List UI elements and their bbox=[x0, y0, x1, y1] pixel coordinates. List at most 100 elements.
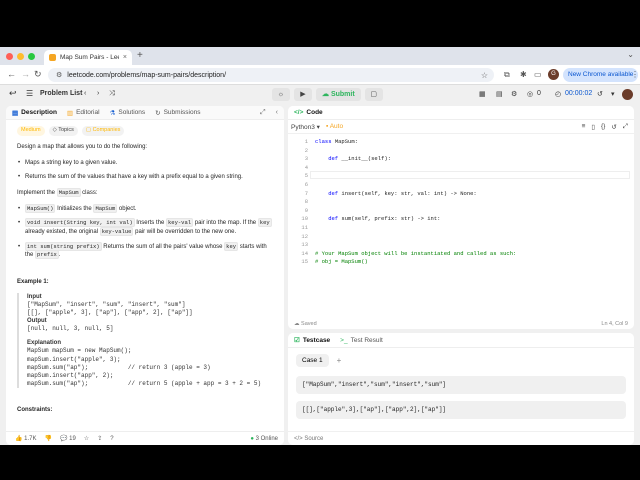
inline-code: key bbox=[224, 241, 239, 251]
window-controls bbox=[6, 53, 35, 60]
tab-editorial[interactable]: ▥ Editorial bbox=[67, 109, 100, 117]
chrome-menu-icon[interactable]: ⋮ bbox=[631, 70, 639, 79]
forward-icon[interactable]: → bbox=[21, 69, 30, 79]
bookmark-star-icon[interactable]: ☆ bbox=[481, 71, 488, 80]
reload-icon[interactable]: ↻ bbox=[34, 69, 42, 80]
editor-layout-icon[interactable]: ▤ bbox=[496, 90, 503, 98]
run-button[interactable]: ▶ bbox=[294, 88, 312, 101]
dislike-icon[interactable]: 👎 bbox=[44, 435, 51, 442]
help-icon[interactable]: ? bbox=[110, 436, 113, 442]
example-block: Example 1: Input ["MapSum", "insert", "su… bbox=[17, 278, 273, 414]
companies-label: Companies bbox=[92, 127, 121, 133]
next-problem-icon[interactable]: › bbox=[97, 90, 99, 97]
testcase-footer: </> Source bbox=[288, 431, 634, 445]
description-tabs: ▤ Description ▥ Editorial ⚗ Solutions ↻ Subm… bbox=[6, 106, 284, 120]
leetcode-logo-icon[interactable]: ↩ bbox=[9, 88, 17, 99]
problem-list-link[interactable]: Problem List bbox=[40, 90, 82, 97]
language-select[interactable]: Python3 ▾ bbox=[291, 123, 320, 131]
submit-button[interactable]: ☁ Submit bbox=[316, 88, 361, 101]
description-icon: ▤ bbox=[12, 109, 19, 117]
code-editor[interactable]: 1 class MapSum: 2 3 def __init__(self): 4 5 6 7… bbox=[288, 134, 634, 314]
add-case-button[interactable]: + bbox=[337, 356, 342, 365]
braces-icon[interactable]: {} bbox=[601, 123, 605, 130]
like-button[interactable]: 👍 1.7K bbox=[15, 435, 36, 442]
testcase-input[interactable]: [[],["apple",3],["ap"],["app",2],["ap"]] bbox=[296, 401, 626, 419]
checkbox-icon: ☑ bbox=[294, 337, 300, 344]
submissions-icon: ↻ bbox=[155, 109, 161, 117]
comment-count: 19 bbox=[69, 436, 76, 442]
tab-description[interactable]: ▤ Description bbox=[12, 109, 57, 117]
method-text: pair will be overridden to the new one. bbox=[133, 229, 237, 236]
favorite-star-icon[interactable]: ☆ bbox=[84, 435, 89, 442]
format-icon[interactable]: ≡ bbox=[582, 123, 586, 130]
methods-list: MapSum() Initializes the MapSum object. … bbox=[17, 203, 273, 260]
tab-submissions[interactable]: ↻ Submissions bbox=[155, 109, 200, 117]
problem-description: Medium ◇ Topics ▢ Companies Design a map… bbox=[6, 120, 284, 421]
tab-title: Map Sum Pairs - LeetCode bbox=[60, 54, 119, 61]
user-avatar[interactable] bbox=[622, 89, 633, 100]
fullscreen-icon[interactable]: ⤢ bbox=[623, 123, 628, 131]
inline-code: int sum(string prefix) bbox=[25, 241, 102, 251]
maximize-window-button[interactable] bbox=[28, 53, 35, 60]
back-icon[interactable]: ← bbox=[7, 69, 16, 79]
timer-menu-icon[interactable]: ▾ bbox=[611, 90, 615, 98]
online-status: ● 3 Online bbox=[250, 435, 278, 442]
new-chrome-available-button[interactable]: New Chrome available bbox=[563, 68, 639, 82]
case-1-tab[interactable]: Case 1 bbox=[296, 354, 329, 367]
tab-test-result[interactable]: >_ Test Result bbox=[340, 337, 383, 344]
minimize-window-button[interactable] bbox=[17, 53, 24, 60]
reset-code-icon[interactable]: ↺ bbox=[611, 123, 616, 131]
editorial-icon: ▥ bbox=[66, 109, 74, 117]
companies-chip[interactable]: ▢ Companies bbox=[81, 126, 125, 136]
like-count: 1.7K bbox=[24, 436, 37, 442]
line-number: 1 bbox=[304, 138, 308, 145]
source-button[interactable]: </> Source bbox=[294, 436, 323, 442]
solutions-icon: ⚗ bbox=[109, 109, 116, 117]
timer-icon[interactable]: ◴ bbox=[555, 90, 561, 98]
topics-chip[interactable]: ◇ Topics bbox=[48, 126, 78, 136]
comments-button[interactable]: 💬 19 bbox=[60, 435, 76, 442]
intro-text: Design a map that allows you to do the f… bbox=[17, 143, 148, 150]
problem-list-icon[interactable]: ☰ bbox=[26, 89, 33, 98]
bookmark-icon[interactable]: ▯ bbox=[591, 123, 595, 131]
shuffle-icon[interactable]: ⤨ bbox=[109, 90, 115, 98]
tab-search-icon[interactable]: ⌄ bbox=[627, 50, 634, 59]
inline-code: MapSum bbox=[56, 188, 81, 198]
tab-testcase[interactable]: ☑ Testcase bbox=[294, 336, 330, 345]
notes-icon[interactable]: ▢ bbox=[364, 88, 383, 101]
close-tab-icon[interactable]: × bbox=[123, 54, 127, 61]
auto-complete-toggle[interactable]: ▪ Auto bbox=[326, 123, 343, 130]
layout-icon[interactable]: ▦ bbox=[479, 90, 486, 98]
prev-problem-icon[interactable]: ‹ bbox=[84, 90, 86, 97]
problem-chips: Medium ◇ Topics ▢ Companies bbox=[17, 126, 273, 136]
code-tab[interactable]: </> Code bbox=[294, 109, 323, 116]
settings-icon[interactable]: ⚙ bbox=[511, 90, 517, 98]
code-line: def __init__(self): bbox=[328, 155, 391, 163]
implement-text: Implement the MapSum class: bbox=[17, 188, 273, 198]
leetcode-nav: ↩ ☰ Problem List ‹ › ⤨ ☼ ▶ ☁ Submit ▢ ▦ … bbox=[0, 85, 640, 105]
expand-panel-icon[interactable]: ⤢ bbox=[260, 109, 266, 117]
browser-tab[interactable]: Map Sum Pairs - LeetCode × bbox=[44, 50, 132, 65]
close-window-button[interactable] bbox=[6, 53, 13, 60]
share-icon[interactable]: ⇪ bbox=[97, 435, 102, 442]
new-tab-button[interactable]: + bbox=[137, 50, 143, 61]
profile-avatar[interactable]: G bbox=[548, 69, 559, 80]
submit-label: Submit bbox=[330, 91, 355, 98]
line-number: 14 bbox=[301, 249, 308, 257]
puzzle-icon[interactable]: ✱ bbox=[520, 70, 527, 79]
streak-icon[interactable]: ◎ bbox=[527, 90, 533, 98]
collapse-panel-icon[interactable]: ‹ bbox=[276, 109, 278, 116]
description-panel: ▤ Description ▥ Editorial ⚗ Solutions ↻ Subm… bbox=[6, 106, 284, 445]
tab-solutions[interactable]: ⚗ Solutions bbox=[110, 109, 146, 117]
code-line: def insert(self, key: str, val: int) -> … bbox=[328, 189, 477, 197]
sidebar-icon[interactable]: ▭ bbox=[534, 70, 542, 79]
line-number: 9 bbox=[304, 206, 308, 214]
testcase-input[interactable]: ["MapSum","insert","sum","insert","sum"] bbox=[296, 376, 626, 394]
address-bar[interactable]: ⚙ leetcode.com/problems/map-sum-pairs/de… bbox=[48, 68, 494, 82]
extensions-icon[interactable]: ⧉ bbox=[504, 70, 510, 80]
line-number: 12 bbox=[301, 232, 308, 240]
timer-reset-icon[interactable]: ↺ bbox=[597, 90, 603, 98]
site-info-icon[interactable]: ⚙ bbox=[56, 71, 62, 79]
debug-icon[interactable]: ☼ bbox=[272, 88, 290, 101]
address-toolbar: ← → ↻ ⚙ leetcode.com/problems/map-sum-pa… bbox=[0, 65, 640, 85]
